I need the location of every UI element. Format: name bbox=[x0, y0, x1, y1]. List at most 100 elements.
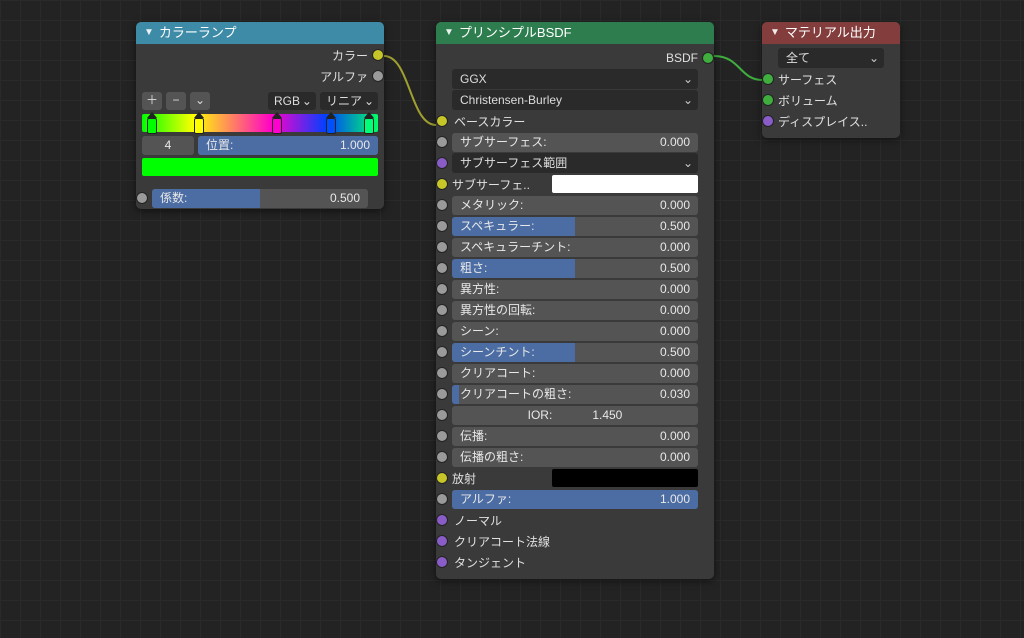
value-slider[interactable]: シーンチント:0.500 bbox=[452, 343, 698, 362]
color-ramp-gradient[interactable] bbox=[142, 114, 378, 132]
input-label: ベースカラー bbox=[452, 113, 525, 130]
socket-out-color[interactable] bbox=[373, 50, 383, 60]
color-swatch[interactable] bbox=[552, 469, 698, 487]
socket-input[interactable] bbox=[437, 263, 447, 273]
input-row: IOR:1.450 bbox=[442, 405, 708, 425]
input-row: 異方性:0.000 bbox=[442, 279, 708, 299]
color-swatch[interactable] bbox=[552, 175, 698, 193]
input-label: ディスプレイス.. bbox=[778, 113, 867, 130]
value-slider[interactable]: スペキュラー:0.500 bbox=[452, 217, 698, 236]
socket-input[interactable] bbox=[437, 494, 447, 504]
value-slider[interactable]: 異方性の回転:0.000 bbox=[452, 301, 698, 320]
socket-input[interactable] bbox=[437, 389, 447, 399]
socket-input[interactable] bbox=[763, 74, 773, 84]
value-slider[interactable]: スペキュラーチント:0.000 bbox=[452, 238, 698, 257]
value-slider[interactable]: サブサーフェス:0.000 bbox=[452, 133, 698, 152]
input-row: 粗さ:0.500 bbox=[442, 258, 708, 278]
socket-input[interactable] bbox=[437, 221, 447, 231]
node-material-output[interactable]: ▼ マテリアル出力 全て サーフェスボリュームディスプレイス.. bbox=[762, 22, 900, 138]
socket-input[interactable] bbox=[437, 347, 447, 357]
input-label: ノーマル bbox=[452, 512, 502, 529]
input-label: サブサーフェ.. bbox=[452, 176, 552, 193]
node-title: カラーランプ bbox=[159, 22, 237, 44]
input-row: アルファ:1.000 bbox=[442, 489, 708, 509]
socket-input[interactable] bbox=[437, 515, 447, 525]
socket-input[interactable] bbox=[437, 305, 447, 315]
input-row: サーフェス bbox=[768, 69, 894, 89]
socket-input[interactable] bbox=[437, 536, 447, 546]
input-row: 異方性の回転:0.000 bbox=[442, 300, 708, 320]
input-row: スペキュラーチント:0.000 bbox=[442, 237, 708, 257]
node-header[interactable]: ▼ プリンシプルBSDF bbox=[436, 22, 714, 44]
input-row: ノーマル bbox=[442, 510, 708, 530]
socket-input[interactable] bbox=[437, 326, 447, 336]
input-row: 伝播:0.000 bbox=[442, 426, 708, 446]
socket-input[interactable] bbox=[437, 452, 447, 462]
ramp-color-swatch[interactable] bbox=[142, 158, 378, 176]
sss-method-select[interactable]: Christensen-Burley bbox=[452, 90, 698, 110]
ramp-position-field[interactable]: 位置: 1.000 bbox=[198, 136, 378, 155]
value-slider[interactable]: メタリック:0.000 bbox=[452, 196, 698, 215]
value-slider[interactable]: 伝播:0.000 bbox=[452, 427, 698, 446]
socket-input[interactable] bbox=[437, 116, 447, 126]
socket-input[interactable] bbox=[437, 284, 447, 294]
socket-input[interactable] bbox=[437, 473, 447, 483]
ramp-interp-select[interactable]: リニア bbox=[320, 92, 378, 110]
ramp-index-field[interactable]: 4 bbox=[142, 136, 194, 155]
socket-in-fac[interactable] bbox=[137, 193, 147, 203]
socket-input[interactable] bbox=[437, 200, 447, 210]
value-slider[interactable]: クリアコート:0.000 bbox=[452, 364, 698, 383]
output-alpha: アルファ bbox=[142, 66, 378, 86]
input-label: 放射 bbox=[452, 470, 552, 487]
input-label: サーフェス bbox=[778, 71, 837, 88]
input-label: タンジェント bbox=[452, 554, 526, 571]
ramp-add-button[interactable]: ＋ bbox=[142, 92, 162, 110]
ramp-remove-button[interactable]: − bbox=[166, 92, 186, 110]
socket-out-bsdf[interactable] bbox=[703, 53, 713, 63]
node-header[interactable]: ▼ カラーランプ bbox=[136, 22, 384, 44]
socket-input[interactable] bbox=[437, 179, 447, 189]
socket-input[interactable] bbox=[437, 368, 447, 378]
socket-input[interactable] bbox=[437, 137, 447, 147]
input-row: ディスプレイス.. bbox=[768, 111, 894, 131]
socket-input[interactable] bbox=[763, 95, 773, 105]
value-slider[interactable]: 異方性:0.000 bbox=[452, 280, 698, 299]
value-slider[interactable]: クリアコートの粗さ:0.030 bbox=[452, 385, 698, 404]
collapse-icon[interactable]: ▼ bbox=[144, 22, 154, 44]
socket-input[interactable] bbox=[437, 242, 447, 252]
node-color-ramp[interactable]: ▼ カラーランプ カラー アルファ ＋ − ⌄ RGB リニア 4 bbox=[136, 22, 384, 209]
input-row: シーンチント:0.500 bbox=[442, 342, 708, 362]
socket-input[interactable] bbox=[437, 158, 447, 168]
input-row: クリアコートの粗さ:0.030 bbox=[442, 384, 708, 404]
input-row: ベースカラー bbox=[442, 111, 708, 131]
input-row: サブサーフェス:0.000 bbox=[442, 132, 708, 152]
input-row: クリアコート法線 bbox=[442, 531, 708, 551]
input-row: サブサーフェ.. bbox=[442, 174, 708, 194]
input-label: ボリューム bbox=[778, 92, 838, 109]
target-select[interactable]: 全て bbox=[778, 48, 884, 68]
input-row: シーン:0.000 bbox=[442, 321, 708, 341]
socket-input[interactable] bbox=[437, 431, 447, 441]
input-row: メタリック:0.000 bbox=[442, 195, 708, 215]
node-header[interactable]: ▼ マテリアル出力 bbox=[762, 22, 900, 44]
value-slider[interactable]: 粗さ:0.500 bbox=[452, 259, 698, 278]
collapse-icon[interactable]: ▼ bbox=[770, 22, 780, 44]
input-select[interactable]: サブサーフェス範囲 bbox=[452, 153, 698, 173]
output-bsdf: BSDF bbox=[442, 48, 708, 68]
fac-slider[interactable]: 係数: 0.500 bbox=[152, 189, 368, 208]
value-slider[interactable]: シーン:0.000 bbox=[452, 322, 698, 341]
socket-out-alpha[interactable] bbox=[373, 71, 383, 81]
input-fac: 係数: 0.500 bbox=[142, 188, 378, 208]
distribution-select[interactable]: GGX bbox=[452, 69, 698, 89]
node-principled-bsdf[interactable]: ▼ プリンシプルBSDF BSDF GGX Christensen-Burley… bbox=[436, 22, 714, 579]
value-slider[interactable]: 伝播の粗さ:0.000 bbox=[452, 448, 698, 467]
ramp-menu-button[interactable]: ⌄ bbox=[190, 92, 210, 110]
socket-input[interactable] bbox=[763, 116, 773, 126]
collapse-icon[interactable]: ▼ bbox=[444, 22, 454, 44]
socket-input[interactable] bbox=[437, 410, 447, 420]
socket-input[interactable] bbox=[437, 557, 447, 567]
value-slider[interactable]: アルファ:1.000 bbox=[452, 490, 698, 509]
ramp-mode-select[interactable]: RGB bbox=[268, 92, 316, 110]
input-row: 放射 bbox=[442, 468, 708, 488]
value-slider[interactable]: IOR:1.450 bbox=[452, 406, 698, 425]
